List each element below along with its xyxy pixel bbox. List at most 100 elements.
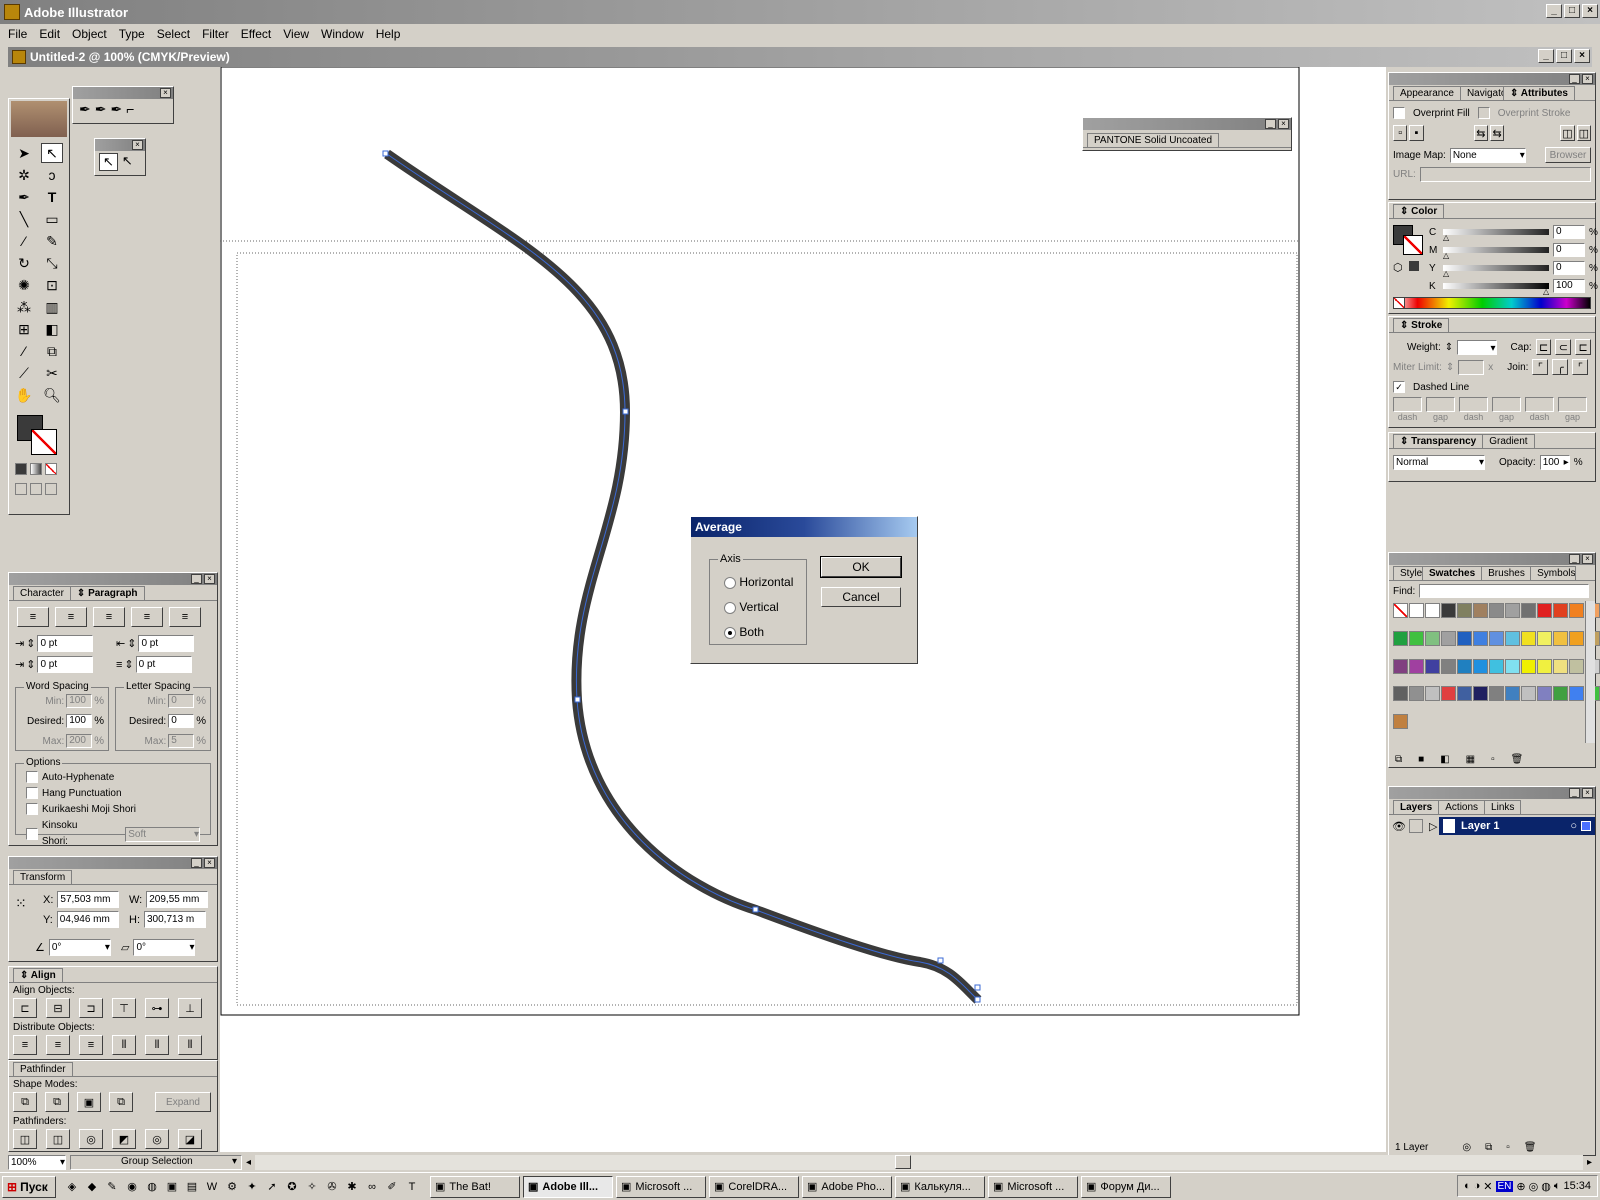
expand-triangle-icon[interactable]: ▷ [1429, 820, 1439, 833]
direct-selection-tool-icon[interactable]: ↖ [41, 143, 63, 163]
line-tool-icon[interactable]: ╲ [13, 209, 35, 229]
stepper-icon[interactable]: ⇕ [26, 637, 35, 650]
chevron-down-icon[interactable]: ▾ [105, 940, 110, 955]
clock[interactable]: 15:34 [1563, 1180, 1591, 1192]
tab-brushes[interactable]: Brushes [1481, 566, 1532, 580]
zoom-field[interactable]: 100% ▾ [8, 1154, 66, 1170]
doc-close-button[interactable]: × [1574, 49, 1590, 63]
tearoff-close-button[interactable]: × [160, 88, 171, 98]
swatch[interactable] [1505, 603, 1520, 618]
swatch[interactable] [1425, 630, 1440, 646]
distribute-top-icon[interactable]: ≡ [13, 1035, 37, 1055]
color-spectrum-bar[interactable] [1393, 297, 1591, 309]
add-anchor-tool-icon[interactable]: ✒ [95, 101, 107, 118]
language-indicator[interactable]: EN [1495, 1180, 1514, 1192]
status-tool-display[interactable]: Group Selection ▾ [70, 1154, 242, 1170]
vertical-align-top-icon[interactable]: ⊤ [112, 998, 136, 1018]
both-radio[interactable]: Both [724, 620, 792, 645]
swatch[interactable] [1553, 686, 1568, 702]
show-swatch-kinds-icon[interactable]: ⧉ [1395, 754, 1402, 765]
tab-pathfinder[interactable]: Pathfinder [13, 1062, 73, 1076]
menu-item-select[interactable]: Select [157, 27, 190, 41]
scissors-tool-icon[interactable]: ✂ [41, 363, 63, 383]
swatch[interactable] [1441, 630, 1456, 646]
center-show-icon[interactable]: ▪ [1409, 125, 1424, 141]
swatch[interactable] [1473, 686, 1488, 702]
hang-punctuation-checkbox[interactable] [26, 787, 38, 800]
panel-close-button[interactable]: × [1582, 788, 1593, 798]
panel-close-button[interactable]: × [204, 858, 215, 868]
panel-close-button[interactable]: × [1278, 119, 1289, 129]
miter-join-icon[interactable]: ⌜ [1532, 359, 1549, 375]
eye-icon[interactable]: 👁︎ [1389, 820, 1409, 833]
round-join-icon[interactable]: ╭ [1552, 359, 1569, 375]
scroll-right-icon[interactable]: ▸ [1587, 1157, 1592, 1168]
taskbar-button[interactable]: ▣ Microsoft ... [616, 1175, 706, 1198]
swatch[interactable] [1553, 658, 1568, 674]
new-layer-icon[interactable]: ▫ [1506, 1142, 1510, 1153]
anchor-point[interactable] [622, 408, 629, 415]
swatch[interactable] [1505, 686, 1520, 702]
taskbar-button[interactable]: ▣ Калькуля... [895, 1175, 985, 1198]
tab-attributes[interactable]: ⇕ Attributes [1502, 86, 1575, 100]
swatch-find-field[interactable] [1419, 584, 1590, 598]
bevel-join-icon[interactable]: ⌜ [1572, 359, 1589, 375]
quick-launch-icon[interactable]: ◆ [83, 1178, 101, 1196]
panel-close-button[interactable]: × [204, 574, 215, 584]
doc-restore-button[interactable]: □ [1556, 49, 1572, 63]
y-slider-thumb[interactable]: △ [1443, 269, 1449, 278]
quick-launch-icon[interactable]: ◉ [123, 1178, 141, 1196]
menu-item-window[interactable]: Window [321, 27, 364, 41]
close-button[interactable]: × [1582, 4, 1598, 18]
k-value-field[interactable]: 100 [1553, 279, 1585, 293]
menu-item-edit[interactable]: Edit [39, 27, 60, 41]
tray-icon[interactable]: ✕ [1483, 1180, 1492, 1193]
blend-mode-select[interactable]: Normal ▾ [1393, 455, 1485, 470]
menu-item-view[interactable]: View [283, 27, 309, 41]
pen-tool-icon[interactable]: ✒ [13, 187, 35, 207]
distribute-left-icon[interactable]: ⫴ [112, 1035, 136, 1055]
horizontal-radio[interactable]: Horizontal [724, 570, 793, 595]
anchor-point[interactable] [937, 957, 944, 964]
first-line-indent-field[interactable]: 0 pt [37, 656, 94, 673]
tray-icon[interactable]: ◎ [1529, 1180, 1539, 1193]
show-gradient-swatches-icon[interactable]: ◧ [1440, 754, 1449, 765]
lasso-tool-icon[interactable]: ↄ [41, 165, 63, 185]
swatch[interactable] [1441, 603, 1456, 618]
tray-icon[interactable]: ◐ [1464, 1180, 1471, 1192]
anchor-point[interactable] [752, 906, 759, 913]
divide-icon[interactable]: ◫ [13, 1129, 37, 1149]
volume-icon[interactable]: 🔈︎ [1554, 1180, 1561, 1193]
height-field[interactable]: 300,713 m [144, 911, 206, 928]
crop-icon[interactable]: ◩ [112, 1129, 136, 1149]
taskbar-button[interactable]: ▣ Microsoft ... [988, 1175, 1078, 1198]
vertical-radio-button[interactable] [724, 601, 736, 614]
m-slider-thumb[interactable]: △ [1443, 251, 1449, 260]
tab-transparency[interactable]: ⇕ Transparency [1393, 434, 1484, 448]
swatch[interactable] [1457, 658, 1472, 674]
chevron-right-icon[interactable]: ▸ [1564, 456, 1569, 469]
shear-field[interactable]: 0° ▾ [133, 939, 196, 956]
panel-minimize-button[interactable]: _ [191, 858, 202, 868]
delete-swatch-icon[interactable]: 🗑︎ [1511, 754, 1524, 765]
butt-cap-icon[interactable]: ⊏ [1535, 339, 1552, 355]
tab-color[interactable]: ⇕ Color [1393, 204, 1445, 218]
reference-point-icon[interactable]: ⁙ [15, 895, 27, 912]
align-right-button[interactable]: ≡ [93, 607, 125, 627]
dashed-line-checkbox[interactable]: ✓ [1393, 381, 1405, 393]
m-slider[interactable]: △ [1443, 247, 1549, 260]
hand-tool-icon[interactable]: ✋ [13, 385, 35, 405]
panel-minimize-button[interactable]: _ [191, 574, 202, 584]
swatch[interactable] [1569, 603, 1584, 618]
distribute-vcenter-icon[interactable]: ≡ [46, 1035, 70, 1055]
swatch[interactable] [1569, 630, 1584, 646]
swatches-scrollbar[interactable] [1585, 601, 1595, 743]
new-sublayer-icon[interactable]: ⧉ [1485, 1142, 1492, 1153]
tab-layers[interactable]: Layers [1393, 800, 1440, 814]
graph-tool-icon[interactable]: ▥ [41, 297, 63, 317]
direct-selection-tool-icon[interactable]: ↖ [99, 153, 118, 171]
tearoff-close-button[interactable]: × [132, 140, 143, 150]
swatch[interactable] [1521, 603, 1536, 618]
scale-tool-icon[interactable]: ⤡ [41, 253, 63, 273]
panel-minimize-button[interactable]: _ [1265, 119, 1276, 129]
